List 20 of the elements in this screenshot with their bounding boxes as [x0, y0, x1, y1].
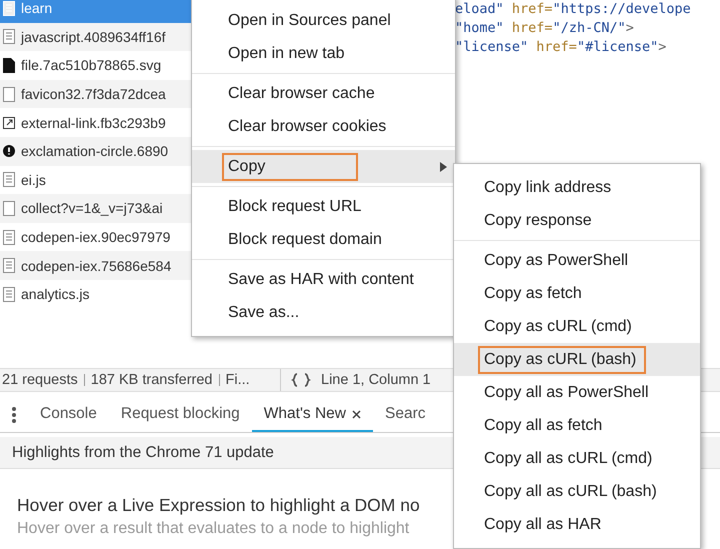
file-name: codepen-iex.90ec97979 — [21, 229, 170, 246]
status-text: 187 KB transferred — [90, 372, 212, 388]
cursor-position: Line 1, Column 1 — [321, 372, 431, 388]
file-name: analytics.js — [21, 286, 90, 302]
file-name: collect?v=1&_v=j73&ai — [21, 200, 163, 216]
file-name: favicon32.7f3da72dcea — [21, 86, 166, 102]
file-name: learn — [21, 0, 52, 16]
status-text: Fi... — [226, 372, 250, 388]
file-name: external-link.fb3c293b9 — [21, 114, 166, 131]
article-heading: Hover over a Live Expression to highlight a DOM no — [16, 495, 420, 516]
status-text: 21 requests — [2, 372, 78, 388]
file-name: codepen-iex.75686e584 — [21, 258, 172, 274]
file-name: exclamation-circle.6890 — [21, 143, 168, 160]
file-name: ei.js — [21, 172, 46, 188]
code-line: "home" href="/zh-CN/"> — [455, 19, 635, 38]
file-name: javascript.4089634ff16f — [21, 28, 166, 45]
code-line: eload" href="https://develope — [455, 0, 692, 19]
article-text: Hover over a result that evaluates to a node to highlight — [16, 520, 410, 538]
file-name: file.7ac510b78865.svg — [21, 57, 162, 74]
code-line: "license" href="#license"> — [455, 38, 668, 57]
